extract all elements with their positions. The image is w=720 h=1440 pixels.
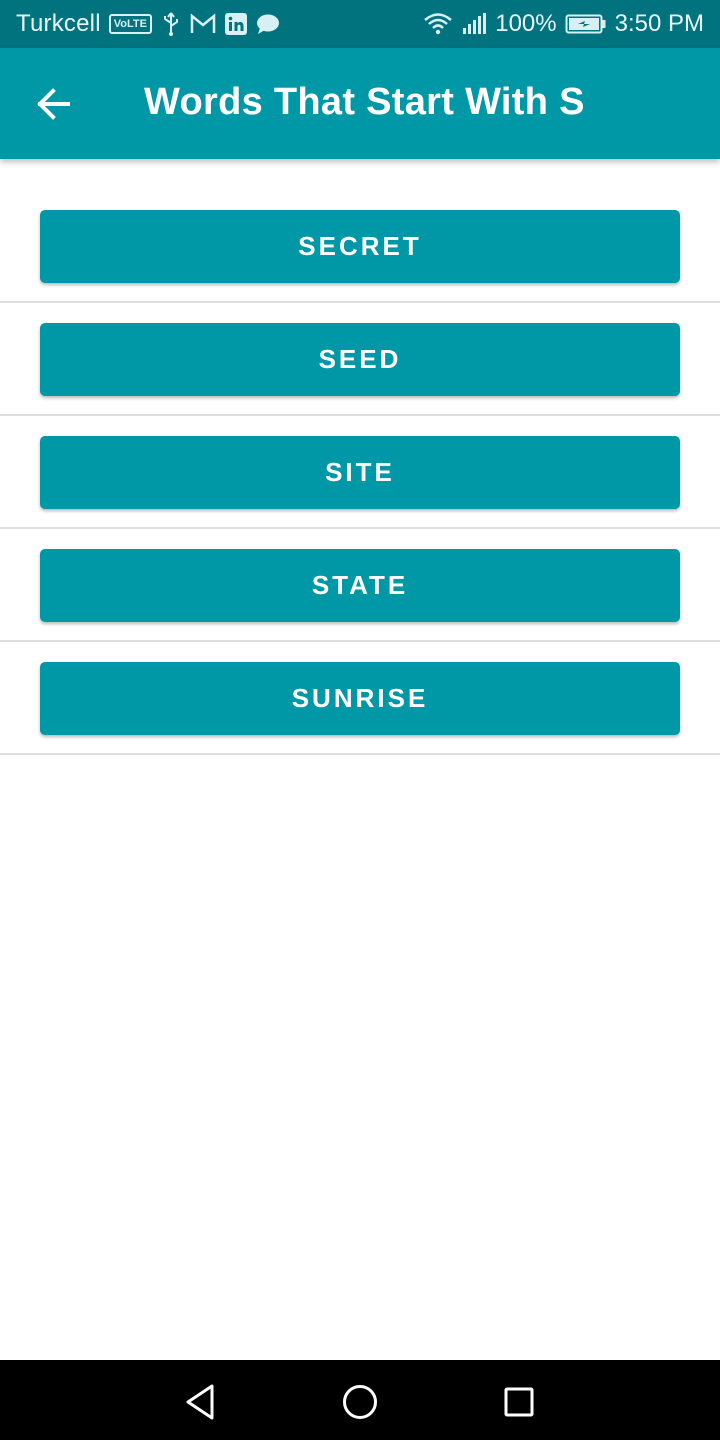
arrow-left-icon bbox=[37, 88, 70, 120]
back-triangle-icon bbox=[186, 1384, 214, 1420]
home-circle-icon bbox=[343, 1385, 377, 1419]
page-title: Words That Start With S bbox=[144, 81, 585, 123]
linkedin-icon bbox=[224, 12, 248, 36]
status-left-group: Turkcell VoLTE bbox=[16, 10, 280, 38]
battery-percent: 100% bbox=[495, 10, 557, 37]
word-button-seed[interactable]: Seed bbox=[40, 323, 680, 396]
volte-icon: VoLTE bbox=[108, 14, 152, 34]
status-bar: Turkcell VoLTE 100% 3:50 PM bbox=[0, 0, 720, 48]
clock: 3:50 PM bbox=[614, 10, 704, 37]
status-right-group: 100% 3:50 PM bbox=[423, 10, 704, 38]
wifi-icon bbox=[423, 12, 453, 36]
chat-icon bbox=[256, 13, 280, 35]
word-list: Secret Seed Site State Sunrise bbox=[0, 190, 720, 755]
volte-badge-text: VoLTE bbox=[108, 14, 152, 34]
nav-recents-button[interactable] bbox=[497, 1380, 541, 1424]
recents-square-icon bbox=[504, 1387, 534, 1417]
word-button-sunrise[interactable]: Sunrise bbox=[40, 662, 680, 735]
list-item: Site bbox=[0, 416, 720, 529]
list-item: Seed bbox=[0, 303, 720, 416]
usb-icon bbox=[160, 11, 182, 37]
carrier-name: Turkcell bbox=[16, 10, 101, 37]
list-item: State bbox=[0, 529, 720, 642]
back-button[interactable] bbox=[24, 76, 84, 132]
word-button-secret[interactable]: Secret bbox=[40, 210, 680, 283]
word-button-state[interactable]: State bbox=[40, 549, 680, 622]
signal-icon bbox=[461, 12, 487, 36]
gmail-icon bbox=[190, 13, 216, 35]
list-item: Sunrise bbox=[0, 642, 720, 755]
battery-charging-icon bbox=[565, 13, 607, 35]
nav-back-button[interactable] bbox=[178, 1380, 222, 1424]
app-bar: Words That Start With S bbox=[0, 48, 720, 159]
nav-home-button[interactable] bbox=[338, 1380, 382, 1424]
navigation-bar bbox=[0, 1360, 720, 1440]
list-item: Secret bbox=[0, 190, 720, 303]
word-button-site[interactable]: Site bbox=[40, 436, 680, 509]
